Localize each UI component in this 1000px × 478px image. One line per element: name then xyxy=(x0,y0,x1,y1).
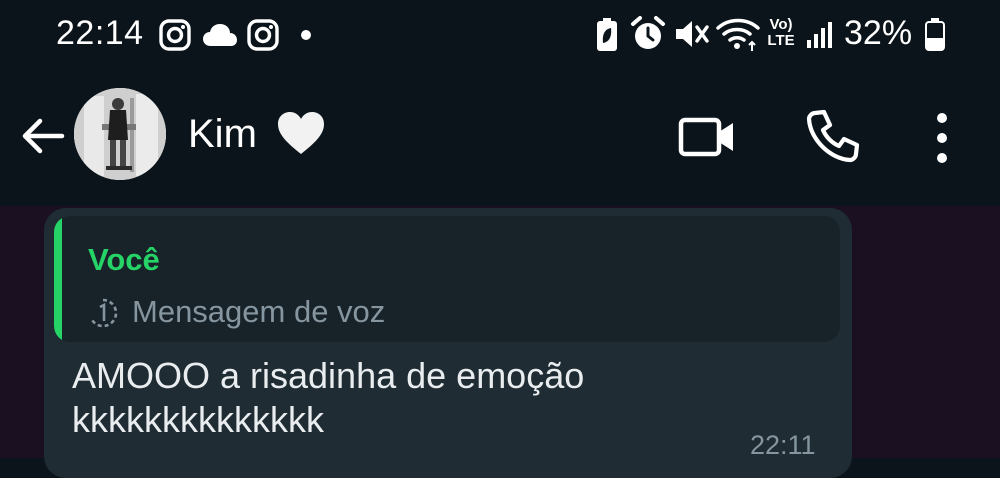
voice-call-icon[interactable] xyxy=(805,108,861,164)
chat-area[interactable]: Você Mensagem de voz AMOOO a risadinha d… xyxy=(0,206,1000,478)
more-options-icon[interactable] xyxy=(928,110,956,166)
signal-icon xyxy=(807,22,832,48)
contact-avatar[interactable] xyxy=(74,88,166,180)
back-arrow-icon[interactable] xyxy=(18,112,66,160)
lte-label: LTE xyxy=(767,32,795,49)
mute-icon xyxy=(676,21,709,47)
message-timestamp: 22:11 xyxy=(750,430,816,460)
message-text: AMOOO a risadinha de emoção kkkkkkkkkkkk… xyxy=(72,354,772,442)
volte-label: Vo) xyxy=(769,16,793,33)
quoted-author: Você xyxy=(88,242,160,277)
quoted-message-type: Mensagem de voz xyxy=(132,294,386,329)
quoted-message[interactable]: Você Mensagem de voz xyxy=(54,216,840,342)
battery-icon xyxy=(925,18,945,51)
status-time: 22:14 xyxy=(56,14,144,52)
voice-message-icon xyxy=(89,298,118,328)
video-call-icon[interactable] xyxy=(678,112,736,162)
battery-saver-icon xyxy=(597,18,617,51)
message-line-1: AMOOO a risadinha de emoção xyxy=(72,355,585,396)
instagram-icon xyxy=(247,19,279,51)
instagram-icon xyxy=(159,19,191,51)
cloud-icon xyxy=(203,24,237,46)
message-line-2: kkkkkkkkkkkkkk xyxy=(72,399,324,440)
chat-header: Kim xyxy=(0,74,1000,206)
battery-percentage: 32% xyxy=(844,14,913,52)
white-heart-icon xyxy=(278,112,324,154)
notification-dot-icon xyxy=(301,30,311,40)
volte-icon: Vo) LTE xyxy=(764,17,798,49)
wifi-icon xyxy=(716,18,760,51)
alarm-icon xyxy=(631,16,665,49)
message-bubble[interactable]: Você Mensagem de voz AMOOO a risadinha d… xyxy=(44,208,852,478)
contact-name[interactable]: Kim xyxy=(188,112,257,157)
status-bar: 22:14 Vo) LTE 32% xyxy=(0,0,1000,74)
quote-accent-bar xyxy=(54,216,62,342)
avatar-photo xyxy=(74,88,166,180)
